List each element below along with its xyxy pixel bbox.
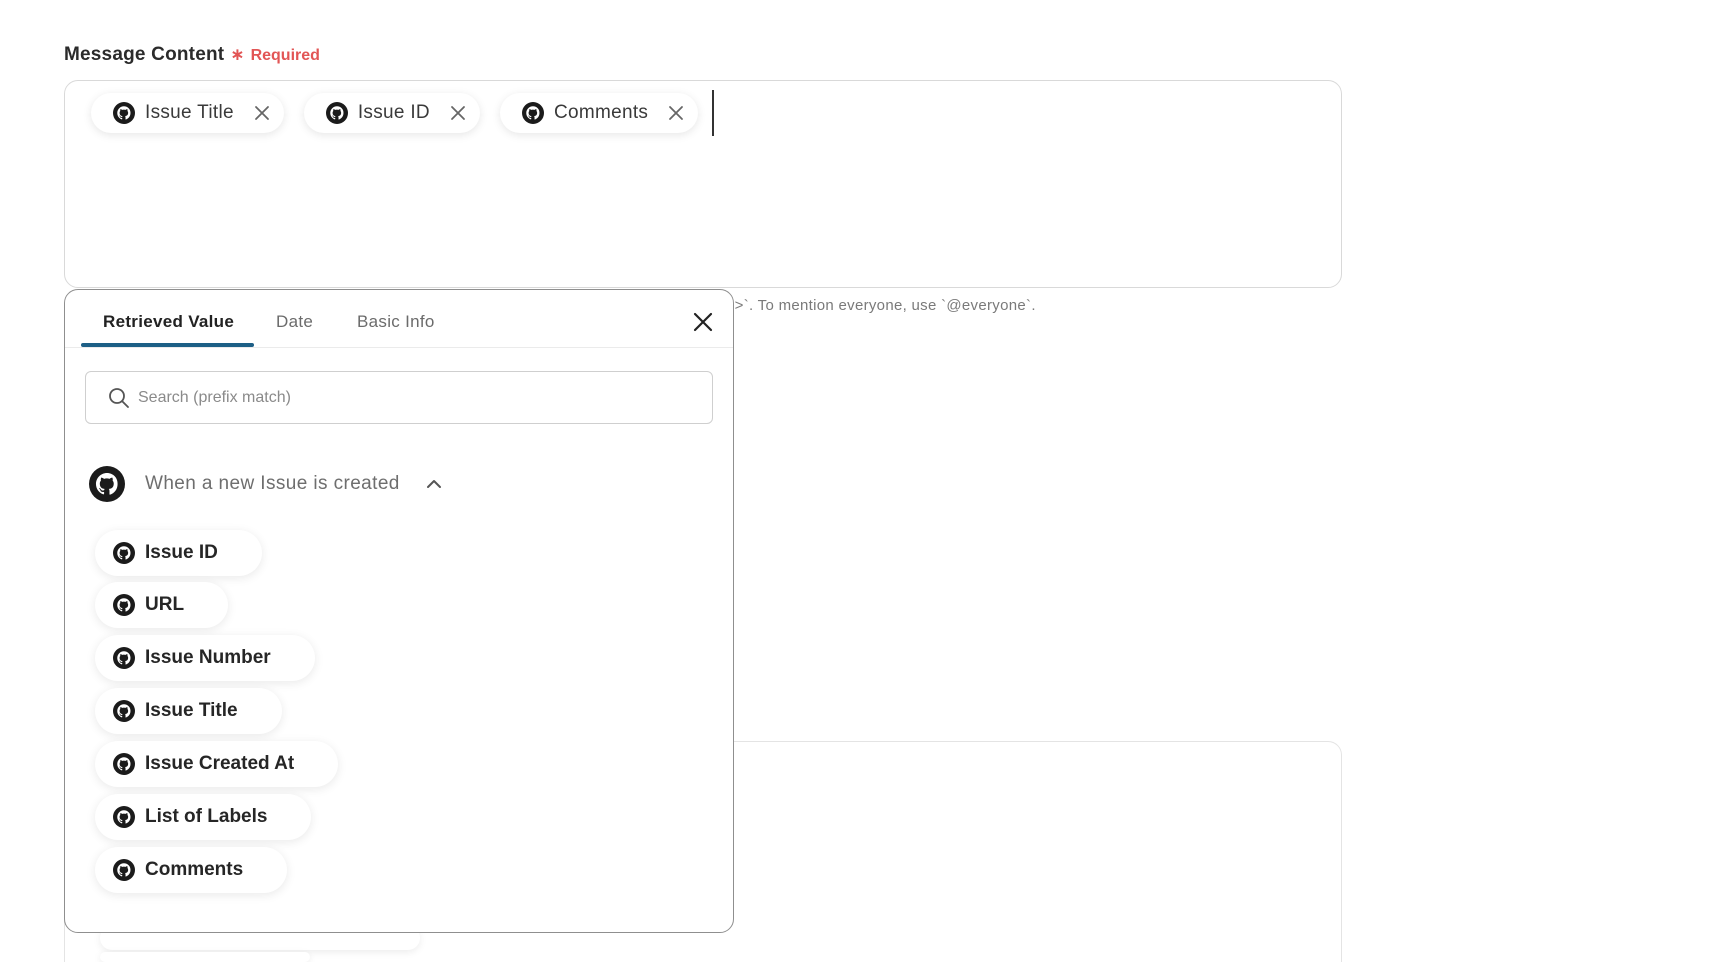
help-text: 0>`. To mention everyone, use `@everyone…: [726, 297, 1036, 314]
variable-item-list-of-labels[interactable]: List of Labels: [95, 794, 312, 840]
message-content-label: Message Content: [64, 44, 225, 65]
variable-item-label: Issue ID: [145, 542, 218, 563]
tab-retrieved-value[interactable]: Retrieved Value: [103, 312, 234, 332]
background-chip: [100, 952, 310, 962]
search-input[interactable]: [138, 372, 712, 423]
github-icon: [113, 806, 135, 828]
github-icon: [113, 700, 135, 722]
variable-item-label: Issue Number: [145, 647, 271, 668]
github-icon: [113, 859, 135, 881]
remove-token-icon[interactable]: [668, 105, 684, 121]
token-label: Issue Title: [145, 102, 234, 123]
close-button[interactable]: [689, 308, 717, 336]
github-icon: [521, 102, 544, 124]
message-content-editor[interactable]: Issue Title Issue ID Comments: [64, 80, 1342, 288]
variable-item-label: Issue Created At: [145, 753, 295, 774]
variable-item-issue-created-at[interactable]: Issue Created At: [95, 741, 339, 787]
token-comments[interactable]: Comments: [499, 93, 699, 133]
text-caret: [712, 90, 714, 136]
variable-item-comments[interactable]: Comments: [95, 847, 288, 893]
token-issue-id[interactable]: Issue ID: [303, 93, 480, 133]
github-icon: [89, 466, 125, 502]
token-issue-title[interactable]: Issue Title: [91, 93, 284, 133]
popover-tabs: Retrieved Value Date Basic Info: [65, 290, 733, 348]
variable-item-label: URL: [145, 594, 185, 615]
remove-token-icon[interactable]: [450, 105, 466, 121]
variable-item-label: Issue Title: [145, 700, 238, 721]
trigger-group-header[interactable]: When a new Issue is created: [89, 466, 442, 502]
field-label: Message Content ∗ Required: [64, 44, 320, 66]
variable-item-label: List of Labels: [145, 806, 268, 827]
token-list: Issue Title Issue ID Comments: [91, 93, 699, 133]
variable-item-issue-number[interactable]: Issue Number: [95, 635, 315, 681]
github-icon: [113, 594, 135, 616]
variable-item-issue-title[interactable]: Issue Title: [95, 688, 282, 734]
github-icon: [113, 542, 135, 564]
active-tab-indicator: [81, 343, 254, 347]
remove-token-icon[interactable]: [254, 105, 270, 121]
chevron-up-icon[interactable]: [426, 479, 442, 489]
github-icon: [113, 753, 135, 775]
github-icon: [325, 102, 348, 124]
variable-picker-popover: Retrieved Value Date Basic Info When a n…: [64, 289, 734, 933]
token-label: Issue ID: [357, 102, 430, 123]
close-icon: [693, 312, 713, 332]
group-title: When a new Issue is created: [145, 473, 400, 494]
search-field[interactable]: [85, 371, 713, 424]
github-icon: [113, 647, 135, 669]
github-icon: [113, 102, 135, 124]
variable-item-url[interactable]: URL: [95, 582, 229, 628]
token-label: Comments: [553, 102, 649, 123]
required-text: Required: [250, 47, 320, 64]
required-asterisk: ∗: [230, 45, 245, 64]
tab-date[interactable]: Date: [276, 312, 313, 332]
variable-item-issue-id[interactable]: Issue ID: [95, 530, 262, 576]
tab-basic-info[interactable]: Basic Info: [357, 312, 435, 332]
page: Message Content ∗ Required Issue Title I…: [0, 0, 1736, 962]
variable-item-label: Comments: [145, 859, 244, 880]
search-icon: [108, 387, 130, 409]
